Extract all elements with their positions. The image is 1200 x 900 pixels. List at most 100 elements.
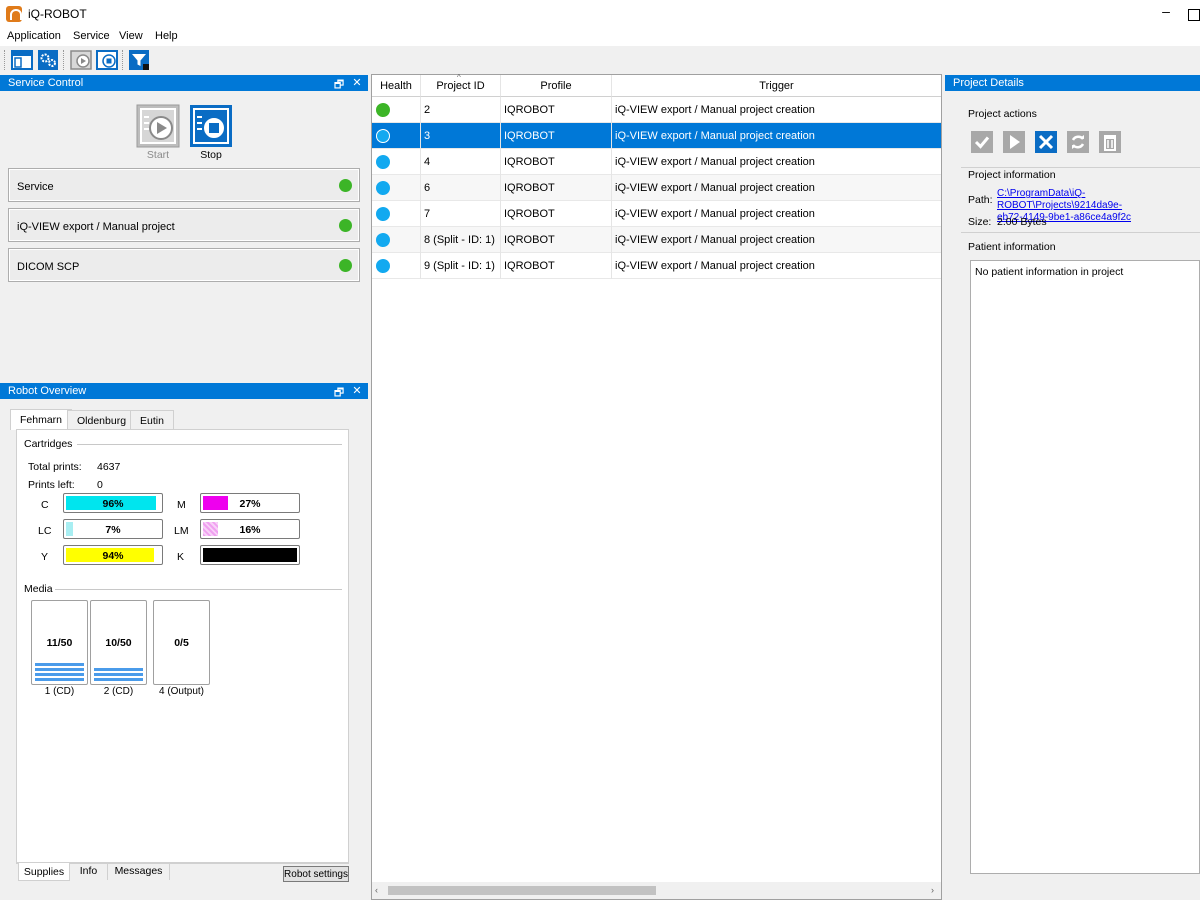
stop-button[interactable]: [189, 104, 233, 148]
cartridge-lc-label: LC: [38, 525, 52, 537]
profile-cell: IQROBOT: [501, 123, 612, 149]
cartridge-m-bar: 27%: [200, 493, 300, 513]
cartridge-c-label: C: [41, 499, 49, 511]
table-row[interactable]: 9 (Split - ID: 1) IQROBOT iQ-VIEW export /…: [372, 253, 941, 279]
total-prints-label: Total prints:: [28, 461, 82, 473]
close-panel-button[interactable]: ✕: [351, 76, 363, 89]
start-button[interactable]: [136, 104, 180, 148]
minimize-button[interactable]: –: [1156, 4, 1176, 22]
menu-application[interactable]: Application: [7, 30, 61, 42]
toolbar-separator: [122, 50, 123, 70]
tab-supplies[interactable]: Supplies: [18, 863, 70, 881]
table-row[interactable]: 2 IQROBOT iQ-VIEW export / Manual project …: [372, 97, 941, 123]
scrollbar-thumb[interactable]: [388, 886, 656, 895]
health-status-dot: [376, 155, 390, 169]
media-slot-4[interactable]: 0/5: [153, 600, 210, 685]
media-slot-2[interactable]: 10/50: [90, 600, 147, 685]
project-id-cell: 7: [421, 201, 501, 227]
health-status-dot: [376, 103, 390, 117]
cartridge-y-percent: 94%: [102, 550, 124, 562]
health-cell: [372, 123, 421, 149]
robot-settings-button[interactable]: Robot settings: [283, 866, 349, 882]
play-icon[interactable]: [1003, 131, 1025, 153]
cartridge-y-label: Y: [41, 551, 49, 563]
media-stack-line: [94, 678, 143, 681]
horizontal-scrollbar[interactable]: ‹ ›: [372, 882, 941, 899]
actions-divider: [961, 167, 1200, 168]
project-details-title: Project Details: [953, 77, 1024, 89]
delete-trash-icon[interactable]: [1099, 131, 1121, 153]
project-actions-toolbar: [968, 128, 1200, 162]
project-id-cell: 6: [421, 175, 501, 201]
media-slot-1[interactable]: 11/50: [31, 600, 88, 685]
table-row[interactable]: 4 IQROBOT iQ-VIEW export / Manual project …: [372, 149, 941, 175]
maximize-button[interactable]: [1184, 6, 1200, 22]
media-stack-line: [35, 678, 84, 681]
project-path-line-1: C:\ProgramData\iQ-ROBOT\Projects\9214da9…: [997, 188, 1123, 211]
start-service-big-icon: [136, 104, 180, 148]
tab-oldenburg[interactable]: Oldenburg: [67, 410, 137, 430]
service-row[interactable]: Service: [8, 168, 360, 202]
start-service-icon[interactable]: [70, 49, 92, 71]
cartridges-divider: [77, 444, 342, 445]
health-status-dot: [376, 233, 390, 247]
dicom-scp-row-label: DICOM SCP: [17, 261, 80, 273]
project-id-cell: 9 (Split - ID: 1): [421, 253, 501, 279]
toolbar: [0, 46, 1200, 74]
float-panel-button[interactable]: 🗗: [333, 76, 345, 91]
table-row[interactable]: 6 IQROBOT iQ-VIEW export / Manual project …: [372, 175, 941, 201]
service-control-header: Service Control 🗗 ✕: [0, 75, 368, 91]
service-row-label: Service: [17, 181, 54, 193]
trigger-cell: iQ-VIEW export / Manual project creation: [615, 130, 815, 142]
trigger-cell: iQ-VIEW export / Manual project creation: [615, 260, 815, 272]
table-row[interactable]: 7 IQROBOT iQ-VIEW export / Manual project …: [372, 201, 941, 227]
health-status-dot: [376, 129, 390, 143]
column-header-trigger[interactable]: Trigger: [612, 75, 941, 97]
stop-service-icon[interactable]: [96, 49, 118, 71]
media-slot-4-count: 0/5: [174, 637, 189, 649]
close-panel-button[interactable]: ✕: [351, 384, 363, 397]
menu-help[interactable]: Help: [155, 30, 178, 42]
health-cell: [372, 175, 421, 201]
media-slot-4-label: 4 (Output): [158, 686, 205, 697]
info-divider: [961, 232, 1200, 233]
stop-service-big-icon: [190, 105, 232, 147]
column-header-profile[interactable]: Profile: [501, 75, 612, 97]
dicom-scp-status-dot: [339, 259, 352, 272]
float-panel-button[interactable]: 🗗: [333, 384, 345, 399]
prints-left-value: 0: [97, 479, 103, 491]
health-status-dot: [376, 181, 390, 195]
project-window-icon[interactable]: [11, 49, 33, 71]
robot-overview-panel: Robot Overview 🗗 ✕ Fehmarn Oldenburg Eut…: [0, 383, 368, 900]
sort-ascending-icon: ^: [457, 73, 461, 82]
tab-eutin[interactable]: Eutin: [130, 410, 174, 430]
approve-check-icon[interactable]: [971, 131, 993, 153]
menu-view[interactable]: View: [119, 30, 143, 42]
project-details-panel: Project Details Project actions Project …: [945, 74, 1200, 900]
menu-service[interactable]: Service: [73, 30, 110, 42]
patient-information-text: No patient information in project: [975, 266, 1124, 278]
column-header-health[interactable]: Health: [372, 75, 421, 97]
trigger-cell: iQ-VIEW export / Manual project creation: [615, 156, 815, 168]
scroll-left-icon[interactable]: ‹: [375, 885, 378, 895]
project-information-title: Project information: [968, 169, 1056, 181]
table-row[interactable]: 8 (Split - ID: 1) IQROBOT iQ-VIEW export /…: [372, 227, 941, 253]
dicom-scp-row[interactable]: DICOM SCP: [8, 248, 360, 282]
tab-fehmarn[interactable]: Fehmarn: [10, 409, 73, 430]
title-bar: iQ-ROBOT –: [0, 0, 1200, 28]
settings-gears-icon[interactable]: [37, 49, 59, 71]
filter-icon[interactable]: [128, 49, 150, 71]
scroll-right-icon[interactable]: ›: [931, 885, 934, 895]
health-status-dot: [376, 207, 390, 221]
cartridge-lc-percent: 7%: [105, 524, 121, 536]
profile-cell: IQROBOT: [501, 97, 612, 123]
size-value: 2.00 Bytes: [997, 216, 1047, 228]
robot-overview-header: Robot Overview 🗗 ✕: [0, 383, 368, 399]
column-header-project-id[interactable]: ^ Project ID: [421, 73, 501, 97]
table-row[interactable]: 3 IQROBOT iQ-VIEW export / Manual project …: [372, 123, 941, 149]
cancel-x-icon[interactable]: [1035, 131, 1057, 153]
iqview-export-row[interactable]: iQ-VIEW export / Manual project: [8, 208, 360, 242]
tab-messages[interactable]: Messages: [108, 863, 170, 880]
refresh-icon[interactable]: [1067, 131, 1089, 153]
tab-info[interactable]: Info: [70, 863, 108, 880]
